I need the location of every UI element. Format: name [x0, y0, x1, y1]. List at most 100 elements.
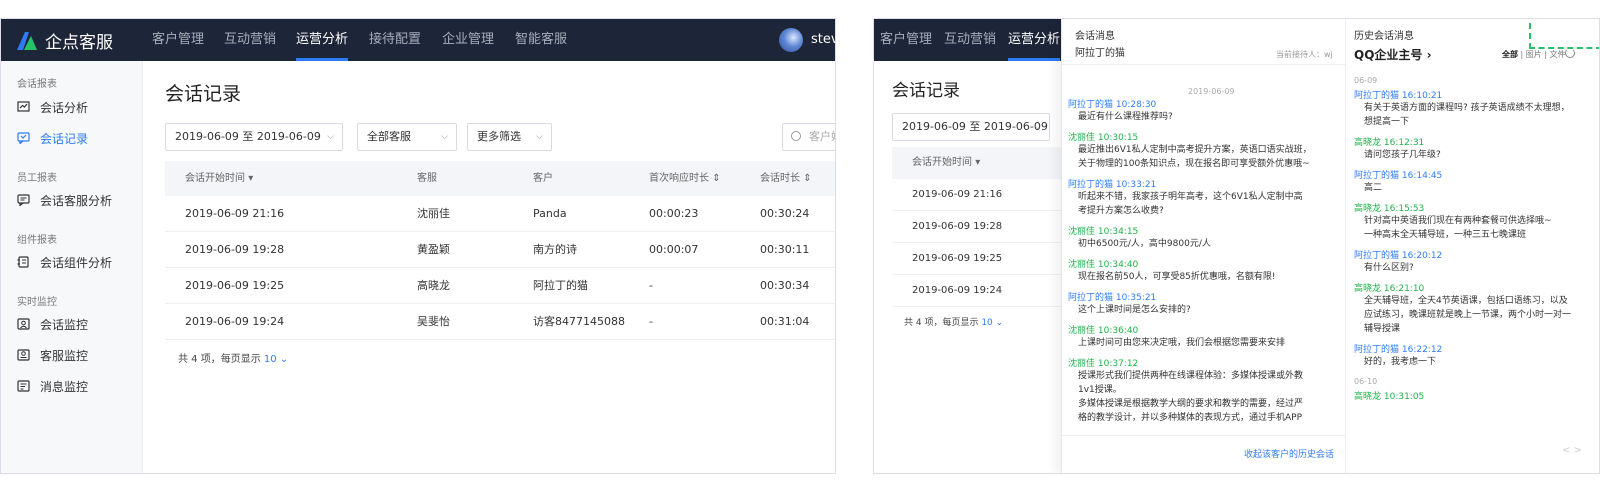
sidebar: 会话报表 会话分析 会话记录 员工报表 会话客服分析 组件报表 会话组件分析 实… [1, 61, 143, 473]
search-icon [791, 131, 801, 141]
chevron-down-icon: ⌵ [327, 132, 334, 142]
table-row[interactable]: 2019-06-09 21:16 沈丽佳 Panda 00:00:23 00:3… [165, 196, 835, 232]
page-title: 会话记录 [165, 83, 242, 105]
nav-smart-service[interactable]: 智能客服 [515, 19, 567, 61]
brand-logo[interactable]: 企点客服 [15, 28, 113, 53]
sidebar-item-session-monitor[interactable]: 会话监控 [17, 314, 88, 334]
filter-all[interactable]: 全部 [1502, 50, 1518, 59]
sidebar-item-agent-monitor[interactable]: 客服监控 [17, 345, 88, 365]
th-start-time[interactable]: 会话开始时间 ▾ [912, 147, 980, 179]
table-row[interactable]: 2019-06-09 21:16 [892, 179, 1062, 211]
message-text: 最近有什么课程推荐吗? [1078, 112, 1173, 122]
page-title: 会话记录 [892, 81, 960, 101]
message-icon [17, 132, 30, 144]
nav-customer-management[interactable]: 客户管理 [152, 19, 204, 61]
page-size-select[interactable]: 10 ⌄ [264, 354, 288, 365]
sort-icon: ▾ [248, 173, 254, 184]
customer-message-header: 阿拉丁的猫 16:20:12 [1354, 251, 1443, 261]
nav-reception-config[interactable]: 接待配置 [369, 19, 421, 61]
th-first-response[interactable]: 首次响应时长 ⇕ [649, 161, 721, 196]
refresh-icon[interactable] [1565, 48, 1575, 58]
chevron-down-icon: ⌄ [995, 318, 1004, 328]
message-text: 现在报名前50人，可享受85折优惠哦，名额有限! [1078, 272, 1276, 282]
date-separator: 06-10 [1354, 377, 1378, 386]
message-text: 格的教学设计，并以多种媒体的表现方式，通过手机APP [1078, 413, 1303, 423]
filter-file[interactable]: 文件 [1550, 50, 1566, 59]
brand-icon [17, 31, 37, 50]
agent-message-header: 高晓龙 16:21:10 [1354, 284, 1425, 294]
filter-image[interactable]: 图片 [1526, 50, 1542, 59]
th-duration[interactable]: 会话时长 ⇕ [760, 161, 812, 196]
customer-message-header: 阿拉丁的猫 16:10:21 [1354, 91, 1443, 101]
sidebar-group-staff-report: 员工报表 [17, 173, 57, 184]
customer-message-header: 阿拉丁的猫 16:22:12 [1354, 345, 1443, 355]
table-row[interactable]: 2019-06-09 19:28 [892, 211, 1062, 243]
monitor-icon [17, 318, 30, 330]
sidebar-item-session-records[interactable]: 会话记录 [17, 128, 88, 148]
message-text: 最近推出6V1私人定制中高考提升方案，英语口语实战班， [1078, 145, 1312, 155]
divider [1062, 435, 1345, 436]
message-list-icon [17, 380, 30, 392]
agent-message-header: 沈丽佳 10:34:40 [1068, 260, 1139, 270]
chart-icon [17, 101, 30, 112]
session-detail-window: 客户管理 互动营销 运营分析 会话记录 2019-06-09 至 2019-06… [873, 18, 1600, 474]
message-text: 上课时间可由您来决定哦，我们会根据您需要来安排 [1078, 338, 1286, 348]
message-text: 多媒体授课是根据教学大纲的要求和教学的需要，经过严 [1078, 399, 1304, 409]
date-range-picker[interactable]: 2019-06-09 至 2019-06-09 ⌵ [165, 123, 343, 151]
top-nav: 企点客服 客户管理 互动营销 运营分析 接待配置 企业管理 智能客服 steve [1, 19, 835, 61]
message-text: 辅导授课 [1364, 324, 1401, 334]
message-text: 针对高中英语我们现在有两种套餐可供选择哦~ [1364, 216, 1552, 226]
sidebar-item-session-component-analysis[interactable]: 会话组件分析 [17, 252, 112, 272]
table-row[interactable]: 2019-06-09 19:25 [892, 243, 1062, 275]
collapse-history-link[interactable]: 收起该客户的历史会话 [1244, 447, 1334, 460]
sidebar-item-session-analysis[interactable]: 会话分析 [17, 97, 88, 117]
customer-message-header: 阿拉丁的猫 10:33:21 [1068, 180, 1157, 190]
sidebar-group-component-report: 组件报表 [17, 235, 57, 246]
date-separator: 2019-06-09 [1188, 87, 1235, 96]
message-text: 考提升方案怎么收费? [1078, 206, 1164, 216]
message-text: 有关于英语方面的课程吗? 孩子英语成绩不太理想， [1364, 103, 1570, 113]
agent-filter-select[interactable]: 全部客服 ⌵ [357, 123, 457, 151]
table-row[interactable]: 2019-06-09 19:24 吴斐怡 访客8477145088 - 00:3… [165, 304, 835, 340]
th-start-time[interactable]: 会话开始时间 ▾ [185, 161, 253, 196]
agent-icon [17, 349, 30, 361]
nav-interactive-marketing[interactable]: 互动营销 [224, 19, 276, 61]
message-text: 高二 [1364, 183, 1383, 193]
history-message-list[interactable]: 06-09 阿拉丁的猫 16:10:21 有关于英语方面的课程吗? 孩子英语成绩不太… [1354, 76, 1594, 426]
message-text: 全天辅导班，全天4节英语课，包括口语练习，以及 [1364, 296, 1568, 306]
nav-customer-management[interactable]: 客户管理 [880, 19, 932, 61]
table-footer: 共 4 项，每页显示 10 ⌄ [178, 354, 289, 365]
nav-enterprise-management[interactable]: 企业管理 [442, 19, 494, 61]
message-list[interactable]: 阿拉丁的猫 10:28:30 最近有什么课程推荐吗? 沈丽佳 10:30:15 最近推… [1068, 97, 1338, 425]
table-footer: 共 4 项，每页显示 10 ⌄ [904, 318, 1004, 328]
column-divider [1345, 19, 1346, 473]
chevron-down-icon: ⌵ [1034, 122, 1041, 132]
avatar[interactable] [779, 28, 803, 52]
table-row[interactable]: 2019-06-09 19:28 黄盈颖 南方的诗 00:00:07 00:30… [165, 232, 835, 268]
nav-interactive-marketing[interactable]: 互动营销 [944, 19, 996, 61]
pager-arrows[interactable]: < > [1562, 445, 1582, 456]
search-input[interactable]: 客户姓 [782, 123, 835, 151]
table-row[interactable]: 2019-06-09 19:25 高晓龙 阿拉丁的猫 - 00:30:34 [165, 268, 835, 304]
brand-name: 企点客服 [45, 33, 113, 53]
table-row[interactable]: 2019-06-09 19:24 [892, 275, 1062, 307]
agent-message-header: 高晓龙 16:12:31 [1354, 138, 1425, 148]
table-header: 会话开始时间 ▾ 客服 客户 首次响应时长 ⇕ 会话时长 ⇕ [165, 161, 835, 196]
message-text: 有什么区别? [1364, 263, 1414, 273]
sidebar-item-session-agent-analysis[interactable]: 会话客服分析 [17, 190, 112, 210]
table-header: 会话开始时间 ▾ [892, 147, 1062, 179]
sidebar-item-message-monitor[interactable]: 消息监控 [17, 376, 88, 396]
more-filter-select[interactable]: 更多筛选 ⌵ [467, 123, 552, 151]
history-messages-title: 历史会话消息 [1354, 31, 1414, 42]
user-name[interactable]: steve [811, 19, 835, 61]
nav-operation-analysis[interactable]: 运营分析 [296, 19, 349, 61]
account-select[interactable]: QQ企业主号 › [1354, 46, 1432, 63]
component-icon [17, 256, 29, 268]
nav-operation-analysis[interactable]: 运营分析 [1008, 19, 1061, 61]
agent-message-header: 沈丽佳 10:34:15 [1068, 227, 1139, 237]
sidebar-group-session-report: 会话报表 [17, 79, 57, 90]
date-range-picker[interactable]: 2019-06-09 至 2019-06-09 ⌵ [892, 113, 1050, 141]
agent-message-header: 高晓龙 10:31:05 [1354, 392, 1425, 402]
chevron-right-icon: › [1426, 48, 1432, 62]
page-size-select[interactable]: 10 ⌄ [981, 318, 1003, 328]
